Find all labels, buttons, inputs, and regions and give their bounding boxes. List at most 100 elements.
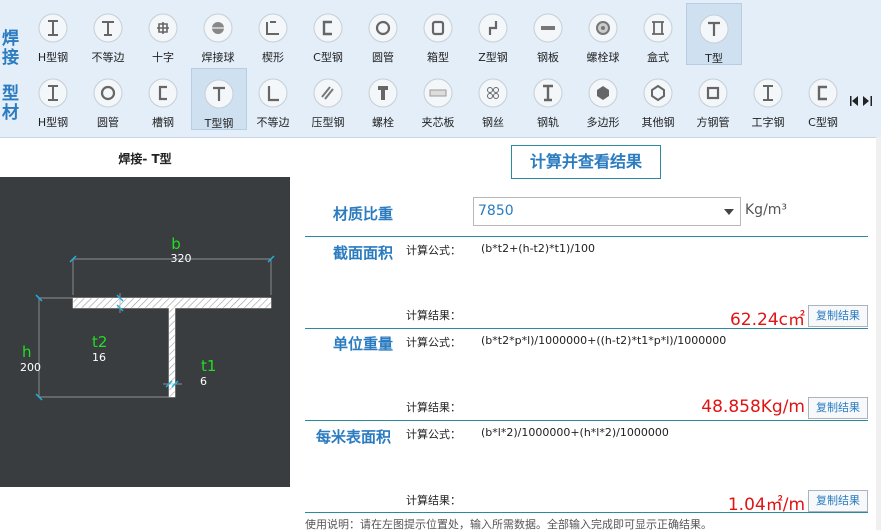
density-select[interactable]: 7850 bbox=[473, 197, 741, 226]
tool-sandwich-panel[interactable]: 夹芯板 bbox=[411, 68, 465, 129]
t-steel-icon bbox=[699, 14, 729, 44]
drawing-title: 焊接- T型 bbox=[118, 152, 172, 166]
tool-label: 夹芯板 bbox=[421, 116, 455, 129]
copy-result-button[interactable]: 复制结果 bbox=[808, 305, 868, 327]
i-beam-icon bbox=[753, 78, 783, 108]
tool-label: 压型钢 bbox=[311, 116, 345, 129]
tool-label: T型 bbox=[705, 52, 723, 65]
c-channel-icon bbox=[808, 78, 838, 108]
divider bbox=[305, 328, 868, 329]
cross-icon bbox=[148, 13, 178, 43]
tool-unequal[interactable]: 不等边 bbox=[81, 3, 135, 64]
bolt-icon bbox=[368, 78, 398, 108]
tool-label: 槽钢 bbox=[152, 116, 174, 129]
density-unit: Kg/m³ bbox=[745, 202, 788, 218]
tool-wedge[interactable]: 楔形 bbox=[246, 3, 300, 64]
tool-label: 钢板 bbox=[537, 51, 559, 64]
copy-result-button[interactable]: 复制结果 bbox=[808, 490, 868, 512]
tool-other-steel[interactable]: 其他钢 bbox=[631, 68, 685, 129]
steel-wire-icon bbox=[478, 78, 508, 108]
surface-area-label: 每米表面积 bbox=[316, 428, 392, 446]
tool-cross[interactable]: 十字 bbox=[136, 3, 190, 64]
divider bbox=[305, 236, 868, 237]
copy-result-button[interactable]: 复制结果 bbox=[808, 397, 868, 419]
plate-icon bbox=[533, 13, 563, 43]
tool-plate[interactable]: 钢板 bbox=[521, 3, 575, 64]
row-label-profile: 型材 bbox=[2, 84, 19, 123]
tool-c-channel[interactable]: C型钢 bbox=[796, 68, 850, 129]
weld-ball-icon bbox=[203, 13, 233, 43]
t2-label: t2 bbox=[92, 333, 107, 351]
result-label: 计算结果： bbox=[406, 401, 461, 414]
tool-box-type[interactable]: 盒式 bbox=[631, 3, 685, 64]
t1-label: t1 bbox=[201, 357, 216, 375]
tool-square-tube[interactable]: 方钢管 bbox=[686, 68, 740, 129]
tool-label: 多边形 bbox=[586, 116, 620, 129]
scroll-arrows-icon[interactable] bbox=[848, 92, 874, 110]
t-steel-icon bbox=[204, 79, 234, 109]
box-icon bbox=[423, 13, 453, 43]
tool-box[interactable]: 箱型 bbox=[411, 3, 465, 64]
tool-label: 圆管 bbox=[97, 116, 119, 129]
other-steel-icon bbox=[643, 78, 673, 108]
tool-label: 不等边 bbox=[256, 116, 290, 129]
divider bbox=[305, 512, 868, 513]
tool-steel-wire[interactable]: 钢丝 bbox=[466, 68, 520, 129]
tool-angle[interactable]: 不等边 bbox=[246, 68, 300, 129]
tool-i-beam[interactable]: 工字钢 bbox=[741, 68, 795, 129]
surface-area-formula: (b*l*2)/1000000+(h*l*2)/1000000 bbox=[481, 426, 669, 439]
tool-h-beam[interactable]: H型钢 bbox=[26, 3, 80, 64]
density-label: 材质比重 bbox=[333, 205, 394, 223]
divider bbox=[305, 420, 868, 421]
formula-label: 计算公式： bbox=[406, 244, 461, 257]
tool-rail[interactable]: 钢轨 bbox=[521, 68, 575, 129]
tool-t-steel[interactable]: T型 bbox=[686, 3, 742, 65]
bolt-ball-icon bbox=[588, 13, 618, 43]
section-area-label: 截面面积 bbox=[333, 244, 394, 262]
h-label: h bbox=[22, 343, 32, 361]
tool-label: C型钢 bbox=[313, 51, 343, 64]
tool-label: 钢丝 bbox=[482, 116, 504, 129]
formula-label: 计算公式： bbox=[406, 428, 461, 441]
tool-channel[interactable]: 槽钢 bbox=[136, 68, 190, 129]
tool-label: 焊接球 bbox=[201, 51, 235, 64]
chevron-down-icon[interactable] bbox=[724, 209, 734, 215]
h-beam-icon bbox=[38, 13, 68, 43]
tool-label: H型钢 bbox=[37, 51, 69, 64]
unit-weight-label: 单位重量 bbox=[333, 335, 394, 353]
t2-value: 16 bbox=[92, 351, 106, 364]
section-drawing: b 320 h 200 t2 16 t1 6 bbox=[0, 177, 290, 487]
tool-label: 箱型 bbox=[427, 51, 449, 64]
tool-z-steel[interactable]: Z型钢 bbox=[466, 3, 520, 64]
tool-t-steel[interactable]: T型钢 bbox=[191, 68, 247, 130]
sandwich-panel-icon bbox=[423, 78, 453, 108]
tool-round-tube[interactable]: 圆管 bbox=[356, 3, 410, 64]
calculate-button[interactable]: 计算并查看结果 bbox=[511, 145, 661, 179]
scrollbar[interactable] bbox=[876, 137, 881, 530]
profiled-steel-icon bbox=[313, 78, 343, 108]
t1-value: 6 bbox=[200, 375, 207, 388]
tool-label: 十字 bbox=[152, 51, 174, 64]
tool-polygon[interactable]: 多边形 bbox=[576, 68, 630, 129]
row-label-weld: 焊接 bbox=[2, 29, 19, 68]
h-beam-icon bbox=[38, 78, 68, 108]
tool-c-channel[interactable]: C型钢 bbox=[301, 3, 355, 64]
tool-label: 楔形 bbox=[262, 51, 284, 64]
tool-weld-ball[interactable]: 焊接球 bbox=[191, 3, 245, 64]
tool-label: Z型钢 bbox=[478, 51, 508, 64]
tool-label: H型钢 bbox=[37, 116, 69, 129]
tool-h-beam[interactable]: H型钢 bbox=[26, 68, 80, 129]
tool-bolt[interactable]: 螺栓 bbox=[356, 68, 410, 129]
tool-label: 钢轨 bbox=[537, 116, 559, 129]
tool-bolt-ball[interactable]: 螺栓球 bbox=[576, 3, 630, 64]
tool-label: 螺栓球 bbox=[586, 51, 620, 64]
tool-label: 盒式 bbox=[647, 51, 669, 64]
formula-label: 计算公式： bbox=[406, 336, 461, 349]
tool-label: 工字钢 bbox=[751, 116, 785, 129]
tool-label: C型钢 bbox=[808, 116, 838, 129]
z-steel-icon bbox=[478, 13, 508, 43]
unit-weight-formula: (b*t2*p*l)/1000000+((h-t2)*t1*p*l)/10000… bbox=[481, 334, 727, 347]
t-flange bbox=[72, 297, 272, 309]
tool-round-tube[interactable]: 圆管 bbox=[81, 68, 135, 129]
tool-profiled-steel[interactable]: 压型钢 bbox=[301, 68, 355, 129]
